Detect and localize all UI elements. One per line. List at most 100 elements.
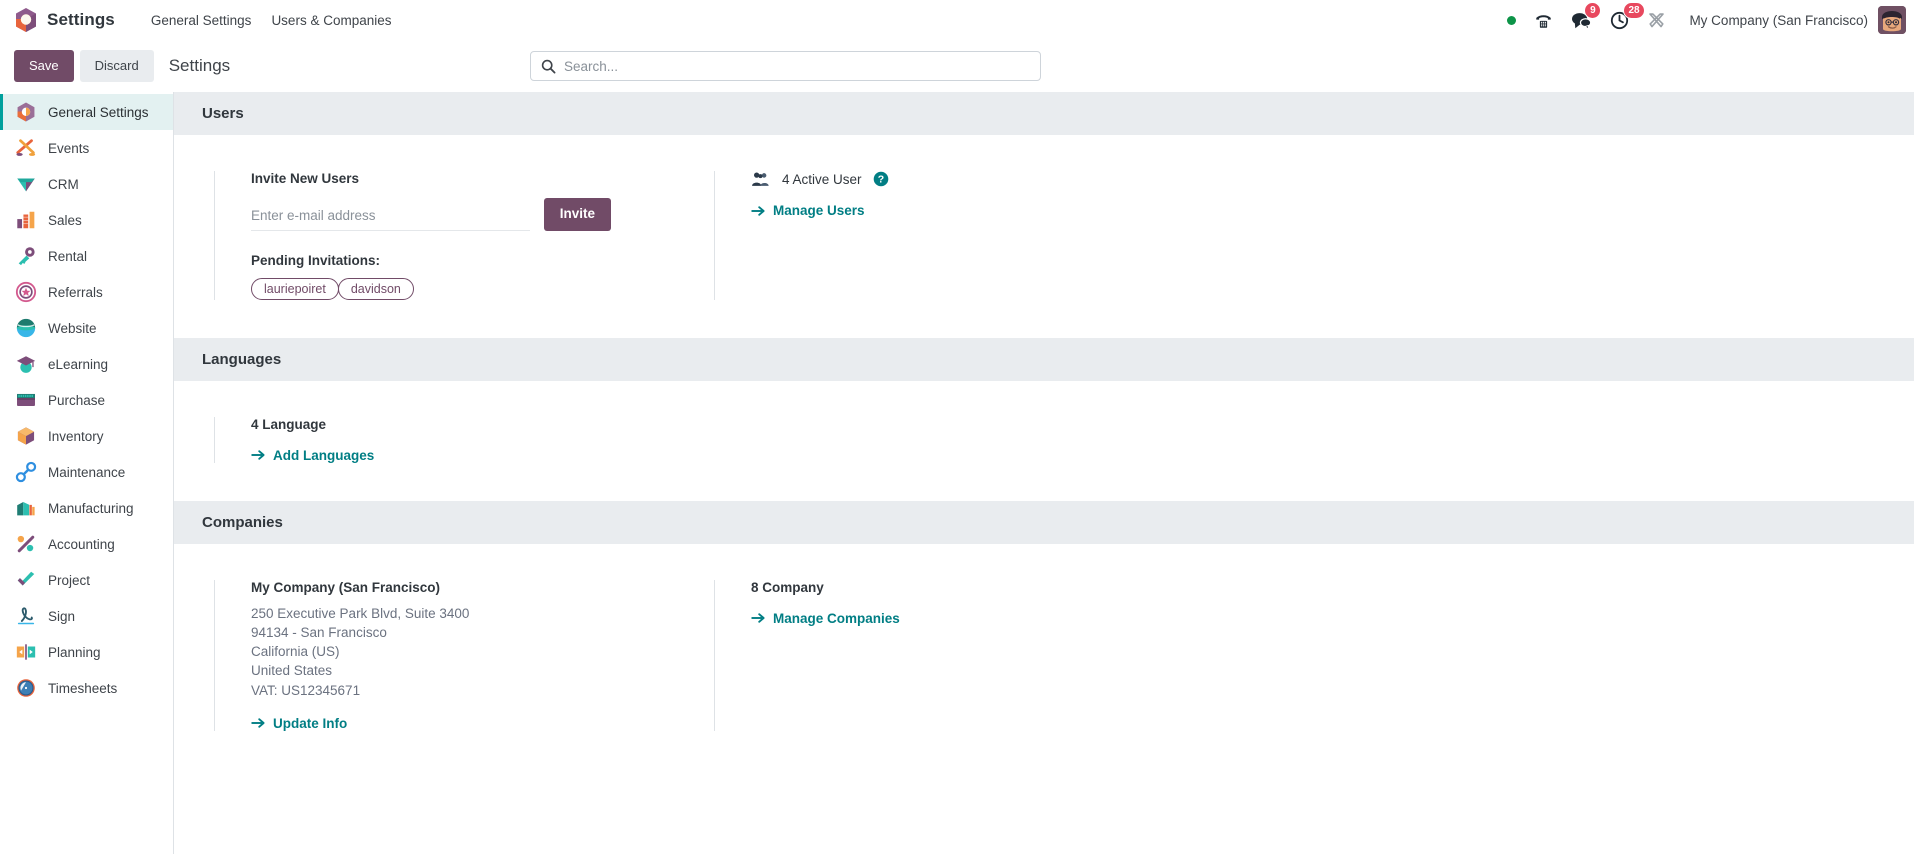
company-address-line: United States bbox=[251, 663, 333, 679]
timesheets-icon bbox=[15, 677, 37, 699]
messages-button[interactable]: 9 bbox=[1571, 0, 1602, 40]
invite-button[interactable]: Invite bbox=[543, 198, 611, 231]
invite-email-input[interactable] bbox=[251, 203, 530, 231]
pending-invitation-tag[interactable]: davidson bbox=[337, 277, 414, 300]
sidebar-item-sign[interactable]: Sign bbox=[0, 598, 173, 634]
sidebar-item-events[interactable]: Events bbox=[0, 130, 173, 166]
manage-users-label: Manage Users bbox=[773, 203, 865, 218]
phone-icon bbox=[1536, 14, 1552, 28]
sidebar-item-label: Purchase bbox=[48, 392, 106, 408]
sidebar-item-purchase[interactable]: Purchase bbox=[0, 382, 173, 418]
top-navbar: Settings General Settings Users & Compan… bbox=[0, 0, 1914, 40]
manufacturing-icon bbox=[15, 497, 37, 519]
presence-dot-icon bbox=[1507, 15, 1517, 25]
active-company-menu[interactable]: My Company (San Francisco) bbox=[1689, 13, 1868, 28]
user-avatar[interactable] bbox=[1878, 6, 1906, 34]
sidebar-scroll-area[interactable]: General Settings Events CRM Sales Rental Refe… bbox=[0, 92, 173, 854]
sidebar-item-label: Maintenance bbox=[48, 464, 126, 480]
settings-content: Users Invite New Users Invite Pending In… bbox=[174, 92, 1914, 854]
add-languages-link[interactable]: Add Languages bbox=[251, 448, 374, 463]
current-company-block: My Company (San Francisco) 250 Executive… bbox=[214, 579, 674, 731]
inventory-icon bbox=[15, 425, 37, 447]
help-icon[interactable]: ? bbox=[873, 171, 889, 187]
sidebar-item-elearning[interactable]: eLearning bbox=[0, 346, 173, 382]
sidebar-item-accounting[interactable]: Accounting bbox=[0, 526, 173, 562]
add-languages-label: Add Languages bbox=[273, 447, 375, 463]
section-heading-languages: Languages bbox=[174, 337, 1914, 381]
sign-icon bbox=[15, 605, 37, 627]
search-box[interactable] bbox=[530, 51, 1041, 81]
sidebar-item-inventory[interactable]: Inventory bbox=[0, 418, 173, 454]
messages-badge: 9 bbox=[1584, 2, 1602, 19]
sidebar-item-label: Website bbox=[48, 320, 97, 336]
sidebar-item-website[interactable]: Website bbox=[0, 310, 173, 346]
sidebar-item-label: Sign bbox=[48, 608, 76, 624]
crm-icon bbox=[15, 173, 37, 195]
sidebar-item-crm[interactable]: CRM bbox=[0, 166, 173, 202]
presence-indicator[interactable] bbox=[1507, 0, 1517, 40]
menu-general-settings[interactable]: General Settings bbox=[141, 7, 262, 34]
arrow-right-icon bbox=[751, 612, 765, 624]
main-body: General Settings Events CRM Sales Rental Refe… bbox=[0, 92, 1914, 854]
page-title: Settings bbox=[168, 56, 231, 75]
sidebar-item-general-settings[interactable]: General Settings bbox=[0, 94, 173, 130]
avatar-image bbox=[1878, 6, 1906, 34]
planning-icon bbox=[15, 641, 37, 663]
sidebar-item-project[interactable]: Project bbox=[0, 562, 173, 598]
sidebar-item-rental[interactable]: Rental bbox=[0, 238, 173, 274]
activities-badge: 28 bbox=[1623, 2, 1645, 19]
accounting-icon bbox=[15, 533, 37, 555]
sidebar-item-label: Sales bbox=[48, 212, 82, 228]
purchase-icon bbox=[15, 389, 37, 411]
active-users-counter: 4 Active User ? bbox=[751, 171, 1148, 187]
svg-text:?: ? bbox=[877, 174, 883, 186]
sidebar-item-label: Referrals bbox=[48, 284, 103, 300]
sidebar-item-sales[interactable]: Sales bbox=[0, 202, 173, 238]
sidebar-item-label: Inventory bbox=[48, 428, 104, 444]
sidebar-item-label: Timesheets bbox=[48, 680, 118, 696]
company-address-line: 94134 - San Francisco bbox=[251, 625, 387, 641]
sidebar-item-label: Manufacturing bbox=[48, 500, 134, 516]
debug-tools-button[interactable] bbox=[1647, 0, 1666, 40]
invite-new-users-block: Invite New Users Invite Pending Invitati… bbox=[214, 171, 674, 300]
sidebar-item-planning[interactable]: Planning bbox=[0, 634, 173, 670]
referrals-icon bbox=[15, 281, 37, 303]
maintenance-icon bbox=[15, 461, 37, 483]
search-input[interactable] bbox=[564, 58, 1030, 74]
company-name: My Company (San Francisco) bbox=[251, 579, 441, 595]
sidebar-item-manufacturing[interactable]: Manufacturing bbox=[0, 490, 173, 526]
menu-users-companies[interactable]: Users & Companies bbox=[261, 7, 401, 34]
voip-phone-button[interactable] bbox=[1534, 0, 1553, 40]
settings-sidebar: General Settings Events CRM Sales Rental Refe… bbox=[0, 92, 174, 854]
update-info-link[interactable]: Update Info bbox=[251, 716, 347, 731]
events-icon bbox=[15, 137, 37, 159]
app-title: Settings bbox=[47, 10, 115, 29]
section-body-languages: 4 Language Add Languages bbox=[174, 381, 1914, 501]
activities-button[interactable]: 28 bbox=[1610, 0, 1645, 40]
section-heading-users: Users bbox=[174, 92, 1914, 135]
sidebar-item-label: Project bbox=[48, 572, 91, 588]
elearning-icon bbox=[15, 353, 37, 375]
manage-companies-link[interactable]: Manage Companies bbox=[751, 611, 900, 626]
settings-scroll-area[interactable]: Users Invite New Users Invite Pending In… bbox=[174, 92, 1914, 854]
odoo-logo-icon[interactable] bbox=[14, 7, 38, 33]
sidebar-item-timesheets[interactable]: Timesheets bbox=[0, 670, 173, 706]
company-address-line: California (US) bbox=[251, 644, 340, 660]
users-group-icon bbox=[751, 171, 771, 187]
invite-row: Invite bbox=[251, 198, 611, 231]
arrow-right-icon bbox=[751, 205, 765, 217]
sidebar-item-maintenance[interactable]: Maintenance bbox=[0, 454, 173, 490]
arrow-right-icon bbox=[251, 449, 265, 461]
save-button[interactable]: Save bbox=[14, 49, 74, 83]
pending-invitation-tag[interactable]: lauriepoiret bbox=[251, 277, 339, 300]
pending-invitations-label: Pending Invitations: bbox=[251, 252, 381, 268]
company-address-line: 250 Executive Park Blvd, Suite 3400 bbox=[251, 605, 470, 621]
invite-new-users-title: Invite New Users bbox=[251, 171, 360, 186]
discard-button[interactable]: Discard bbox=[79, 49, 154, 83]
section-body-companies: My Company (San Francisco) 250 Executive… bbox=[174, 544, 1914, 769]
active-users-block: 4 Active User ? Manage Users bbox=[714, 171, 1174, 300]
sidebar-item-referrals[interactable]: Referrals bbox=[0, 274, 173, 310]
manage-companies-label: Manage Companies bbox=[773, 610, 900, 626]
languages-count: 4 Language bbox=[251, 416, 327, 432]
manage-users-link[interactable]: Manage Users bbox=[751, 203, 865, 218]
